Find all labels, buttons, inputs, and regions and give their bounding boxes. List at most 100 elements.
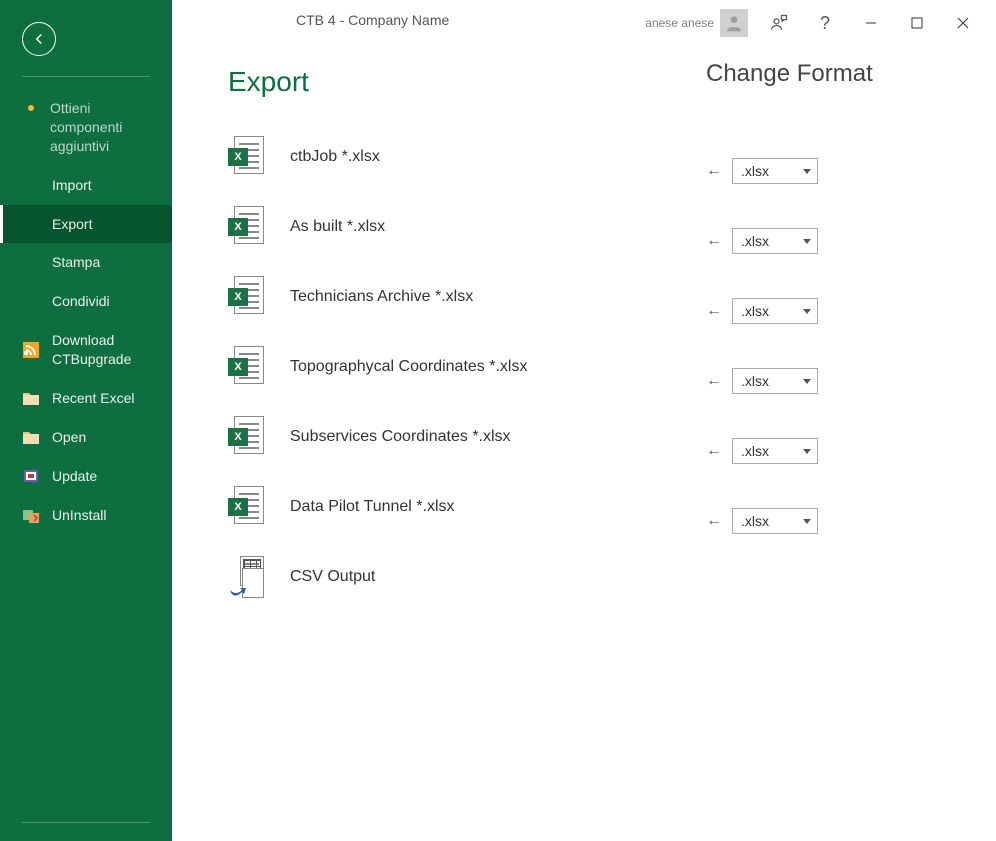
sidebar-item-label: Stampa [52,253,100,272]
titlebar: CTB 4 - Company Name anese anese ? [172,0,996,46]
format-value: .xlsx [741,513,769,529]
export-label: Technicians Archive *.xlsx [290,288,473,306]
bullet-icon [28,105,34,111]
change-format-panel: Change Format ← .xlsx ← .xlsx ← .xlsx [676,46,996,841]
format-value: .xlsx [741,373,769,389]
sidebar-item-label: Ottieni componenti aggiuntivi [50,99,150,156]
chevron-down-icon [803,519,811,524]
export-row-ctbjob[interactable]: X ctbJob *.xlsx [228,122,646,192]
export-label: Subservices Coordinates *.xlsx [290,428,511,446]
export-row-asbuilt[interactable]: X As built *.xlsx [228,192,646,262]
export-label: ctbJob *.xlsx [290,148,380,166]
excel-file-icon: X [228,346,264,388]
arrow-left-icon [30,30,48,48]
format-row: ← .xlsx [706,136,966,206]
main-area: CTB 4 - Company Name anese anese ? [172,0,996,841]
export-row-subservices[interactable]: X Subservices Coordinates *.xlsx [228,402,646,472]
sidebar-item-label: Recent Excel [52,389,134,408]
divider [22,822,150,823]
chevron-down-icon [803,309,811,314]
sidebar-item-label: Condividi [52,292,110,311]
chevron-down-icon [803,239,811,244]
export-label: Data Pilot Tunnel *.xlsx [290,498,455,516]
minimize-icon [865,17,877,29]
close-icon [957,17,969,29]
arrow-left-icon: ← [706,512,722,530]
user-name: anese anese [645,16,714,30]
sidebar-item-download-upgrade[interactable]: Download CTBupgrade [0,321,172,379]
chevron-down-icon [803,169,811,174]
app-title: CTB 4 - Company Name [296,12,449,28]
format-select[interactable]: .xlsx [732,228,818,254]
chevron-down-icon [803,379,811,384]
minimize-button[interactable] [848,0,894,46]
arrow-left-icon: ← [706,442,722,460]
arrow-left-icon: ← [706,302,722,320]
export-panel: Export X ctbJob *.xlsx X As built *.xlsx… [172,46,676,841]
rss-icon [22,341,40,359]
maximize-icon [911,17,923,29]
format-select[interactable]: .xlsx [732,298,818,324]
export-row-csv[interactable]: CSV Output [228,542,646,612]
change-format-title: Change Format [706,60,966,88]
export-row-technicians[interactable]: X Technicians Archive *.xlsx [228,262,646,332]
person-feedback-icon [769,13,789,33]
divider [22,76,150,77]
arrow-left-icon: ← [706,372,722,390]
excel-file-icon: X [228,416,264,458]
sidebar-item-addins[interactable]: Ottieni componenti aggiuntivi [0,89,172,166]
sidebar-item-import[interactable]: Import [0,166,172,205]
sidebar-item-stampa[interactable]: Stampa [0,243,172,282]
maximize-button[interactable] [894,0,940,46]
chevron-down-icon [803,449,811,454]
export-title: Export [228,66,646,98]
sidebar-item-recent-excel[interactable]: Recent Excel [0,379,172,418]
format-select[interactable]: .xlsx [732,158,818,184]
export-arrow-icon [230,584,246,596]
sidebar-item-label: Open [52,428,86,447]
sidebar-item-export[interactable]: Export [0,205,172,244]
export-row-topo[interactable]: X Topographycal Coordinates *.xlsx [228,332,646,402]
format-value: .xlsx [741,163,769,179]
help-icon: ? [820,13,830,34]
sidebar-item-label: Export [52,215,92,234]
format-row: ← .xlsx [706,346,966,416]
format-value: .xlsx [741,303,769,319]
sidebar-item-label: Download CTBupgrade [52,331,150,369]
folder-open-icon [22,428,40,446]
format-select[interactable]: .xlsx [732,508,818,534]
backstage-sidebar: Ottieni componenti aggiuntivi Import Exp… [0,0,172,841]
feedback-button[interactable] [756,0,802,46]
sidebar-item-open[interactable]: Open [0,418,172,457]
export-label: CSV Output [290,568,375,586]
close-button[interactable] [940,0,986,46]
format-row: ← .xlsx [706,206,966,276]
export-label: Topographycal Coordinates *.xlsx [290,358,527,376]
format-value: .xlsx [741,443,769,459]
format-select[interactable]: .xlsx [732,368,818,394]
export-label: As built *.xlsx [290,218,385,236]
format-select[interactable]: .xlsx [732,438,818,464]
format-row: ← .xlsx [706,276,966,346]
folder-icon [22,389,40,407]
excel-file-icon: X [228,276,264,318]
sidebar-item-uninstall[interactable]: UnInstall [0,496,172,535]
sidebar-item-update[interactable]: Update [0,457,172,496]
sidebar-item-label: Import [52,176,92,195]
format-row: ← .xlsx [706,416,966,486]
excel-file-icon: X [228,486,264,528]
help-button[interactable]: ? [802,0,848,46]
arrow-left-icon: ← [706,162,722,180]
export-row-pilot-tunnel[interactable]: X Data Pilot Tunnel *.xlsx [228,472,646,542]
sidebar-item-condividi[interactable]: Condividi [0,282,172,321]
sidebar-item-label: Update [52,467,97,486]
update-icon [22,467,40,485]
excel-file-icon: X [228,136,264,178]
user-account[interactable]: anese anese [645,9,748,37]
csv-file-icon [228,556,264,598]
arrow-left-icon: ← [706,232,722,250]
uninstall-icon [22,506,40,524]
back-button[interactable] [22,22,56,56]
excel-file-icon: X [228,206,264,248]
format-row: ← .xlsx [706,486,966,556]
